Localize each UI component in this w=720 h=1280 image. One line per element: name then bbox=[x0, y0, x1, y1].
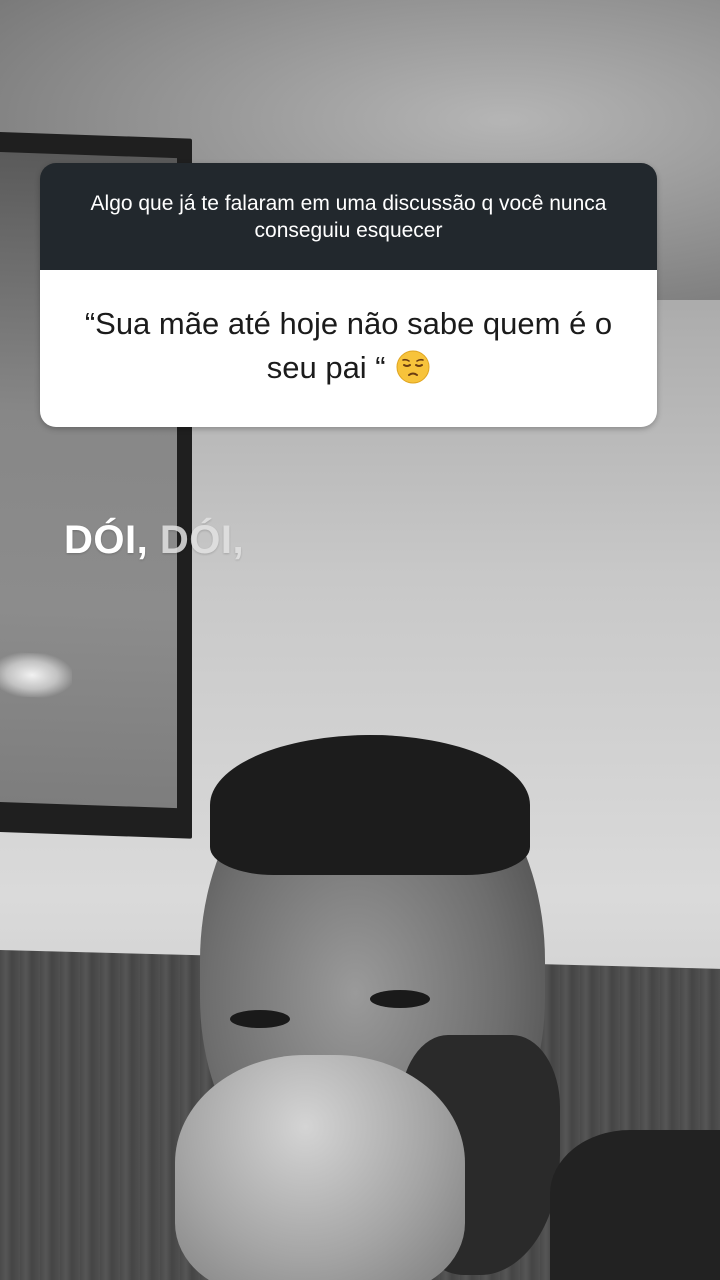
story-text-overlay: DÓI, DÓI, bbox=[64, 518, 244, 563]
question-prompt-text: Algo que já te falaram em uma discussão … bbox=[90, 191, 607, 242]
person-eye-right bbox=[370, 990, 430, 1008]
overlay-word-2: DÓI, bbox=[159, 518, 245, 562]
pensive-face-icon bbox=[396, 350, 430, 396]
question-answer-text: “Sua mãe até hoje não sabe quem é o seu … bbox=[84, 305, 613, 385]
story-viewer[interactable]: Algo que já te falaram em uma discussão … bbox=[0, 0, 720, 1280]
overlay-word-1: DÓI, bbox=[64, 518, 149, 562]
person-hair bbox=[210, 735, 530, 875]
question-sticker[interactable]: Algo que já te falaram em uma discussão … bbox=[40, 163, 657, 427]
photo-light-reflection bbox=[0, 651, 72, 699]
person-eye-left bbox=[230, 1010, 290, 1028]
person-hand bbox=[175, 1055, 465, 1280]
question-answer: “Sua mãe até hoje não sabe quem é o seu … bbox=[40, 270, 657, 427]
photo-person bbox=[175, 735, 560, 1280]
person-shirt bbox=[550, 1130, 720, 1280]
question-prompt: Algo que já te falaram em uma discussão … bbox=[40, 163, 657, 270]
question-answer-line: “Sua mãe até hoje não sabe quem é o seu … bbox=[80, 302, 617, 396]
